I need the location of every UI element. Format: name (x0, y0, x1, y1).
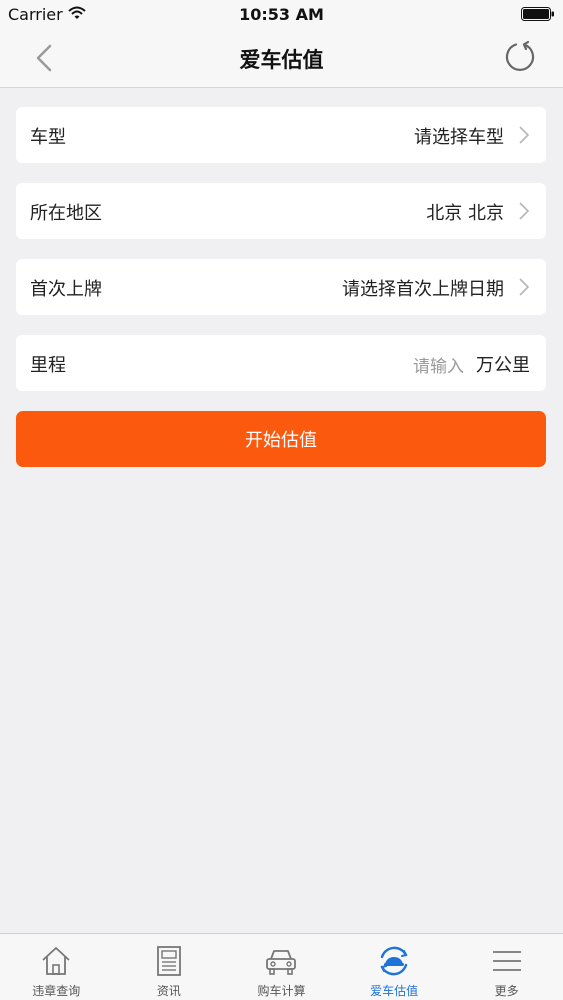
region-row[interactable]: 所在地区 北京 北京 (16, 183, 546, 239)
tab-label: 购车计算 (257, 984, 306, 998)
tab-more[interactable]: 更多 (450, 934, 563, 1000)
tab-label: 更多 (494, 984, 519, 998)
refresh-icon[interactable] (503, 40, 537, 74)
tab-label: 违章查询 (32, 984, 81, 998)
first-registration-row[interactable]: 首次上牌 请选择首次上牌日期 (16, 259, 546, 315)
status-bar: Carrier 10:53 AM (0, 0, 563, 30)
mileage-label: 里程 (30, 355, 66, 376)
navigation-bar: 爱车估值 (0, 30, 563, 88)
mileage-row: 里程 请输入 万公里 (16, 335, 546, 391)
region-value: 北京 北京 (426, 203, 504, 224)
first-registration-value: 请选择首次上牌日期 (342, 279, 504, 300)
tab-car-valuation[interactable]: 爱车估值 (338, 934, 451, 1000)
car-icon (266, 950, 297, 975)
car-model-row[interactable]: 车型 请选择车型 (16, 107, 546, 163)
status-time: 10:53 AM (239, 5, 324, 24)
page-title: 爱车估值 (239, 48, 324, 72)
tab-news[interactable]: 资讯 (113, 934, 226, 1000)
chevron-right-icon (519, 126, 530, 144)
chevron-right-icon (519, 202, 530, 220)
tab-label: 资讯 (156, 984, 181, 998)
region-label: 所在地区 (30, 203, 102, 224)
mileage-unit: 万公里 (476, 355, 530, 376)
menu-icon (492, 951, 521, 971)
tab-purchase-calculator[interactable]: 购车计算 (225, 934, 338, 1000)
mileage-input[interactable]: 请输入 (413, 352, 464, 377)
start-valuation-button[interactable]: 开始估值 (16, 411, 546, 467)
tab-bar: 违章查询 资讯 购车计算 爱车估值 更多 (0, 933, 563, 1000)
home-icon (42, 947, 70, 975)
chevron-right-icon (519, 278, 530, 296)
tab-violation-query[interactable]: 违章查询 (0, 934, 113, 1000)
car-model-label: 车型 (30, 127, 66, 148)
first-registration-label: 首次上牌 (30, 279, 102, 300)
car-valuation-icon (380, 946, 408, 976)
news-icon (156, 946, 181, 976)
car-model-value: 请选择车型 (414, 127, 504, 148)
battery-icon (521, 7, 554, 21)
tab-label: 爱车估值 (370, 984, 419, 998)
